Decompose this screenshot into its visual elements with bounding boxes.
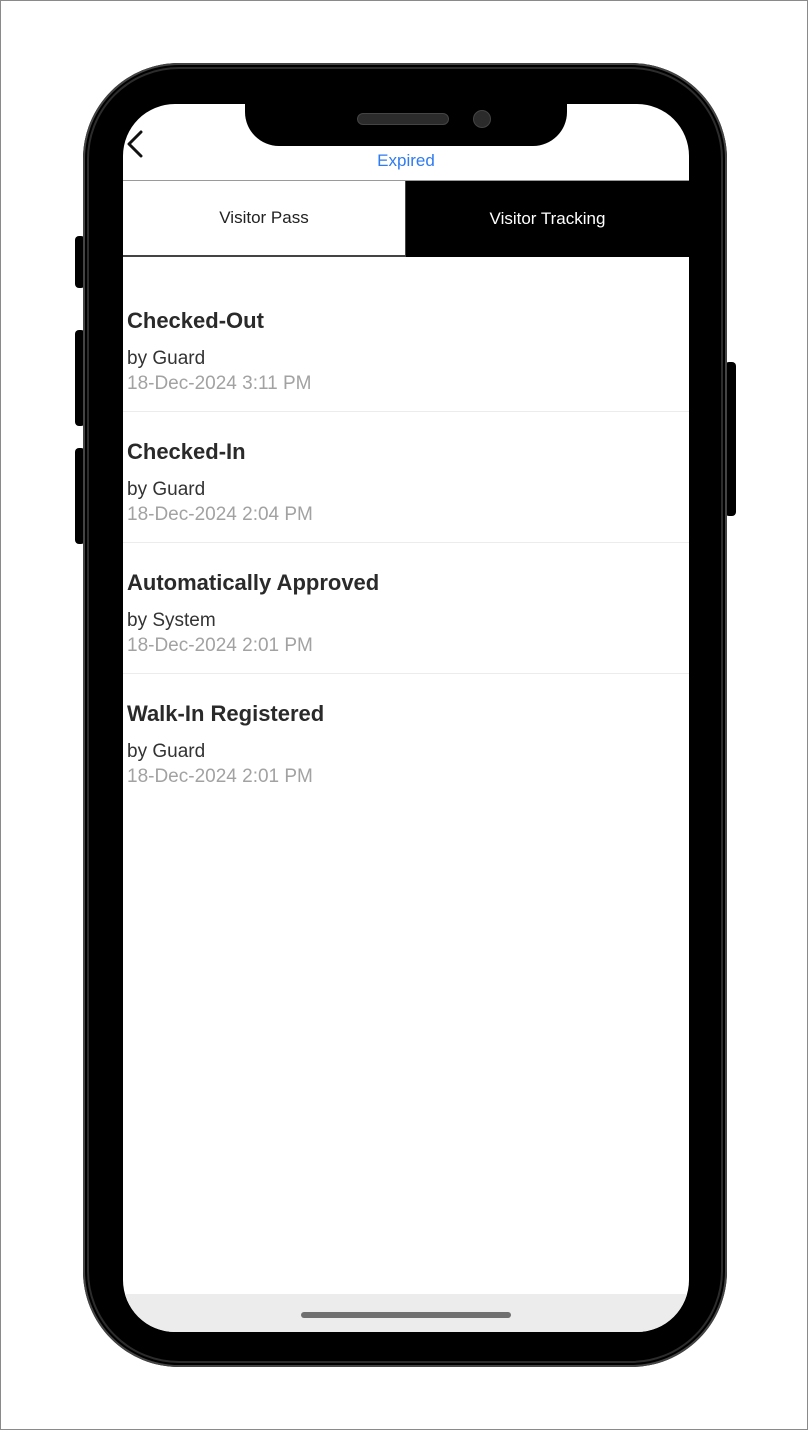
list-item: Checked-Out by Guard 18-Dec-2024 3:11 PM	[123, 281, 689, 412]
front-camera	[473, 110, 491, 128]
pass-status-label: Expired	[377, 151, 435, 170]
list-item: Walk-In Registered by Guard 18-Dec-2024 …	[123, 674, 689, 805]
list-item: Automatically Approved by System 18-Dec-…	[123, 543, 689, 674]
event-timestamp: 18-Dec-2024 3:11 PM	[127, 373, 312, 394]
event-title: Checked-In	[127, 439, 246, 464]
tab-bar: Visitor Pass Visitor Tracking	[123, 181, 689, 257]
speaker-grille	[357, 113, 449, 125]
phone-screen: Expired Visitor Pass Visitor Tracking Ch…	[123, 104, 689, 1332]
event-timestamp: 18-Dec-2024 2:04 PM	[127, 504, 313, 525]
event-title: Checked-Out	[127, 308, 264, 333]
tracking-event-list: Checked-Out by Guard 18-Dec-2024 3:11 PM…	[123, 281, 689, 805]
list-item: Checked-In by Guard 18-Dec-2024 2:04 PM	[123, 412, 689, 543]
tab-visitor-pass[interactable]: Visitor Pass	[123, 181, 406, 257]
tab-visitor-tracking[interactable]: Visitor Tracking	[406, 181, 689, 257]
event-timestamp: 18-Dec-2024 2:01 PM	[127, 635, 313, 656]
event-timestamp: 18-Dec-2024 2:01 PM	[127, 766, 313, 787]
home-indicator[interactable]	[301, 1312, 511, 1318]
event-actor: by System	[127, 610, 216, 631]
event-title: Automatically Approved	[127, 570, 380, 595]
event-actor: by Guard	[127, 741, 206, 762]
event-actor: by Guard	[127, 348, 206, 369]
event-title: Walk-In Registered	[127, 701, 325, 726]
event-actor: by Guard	[127, 479, 206, 500]
